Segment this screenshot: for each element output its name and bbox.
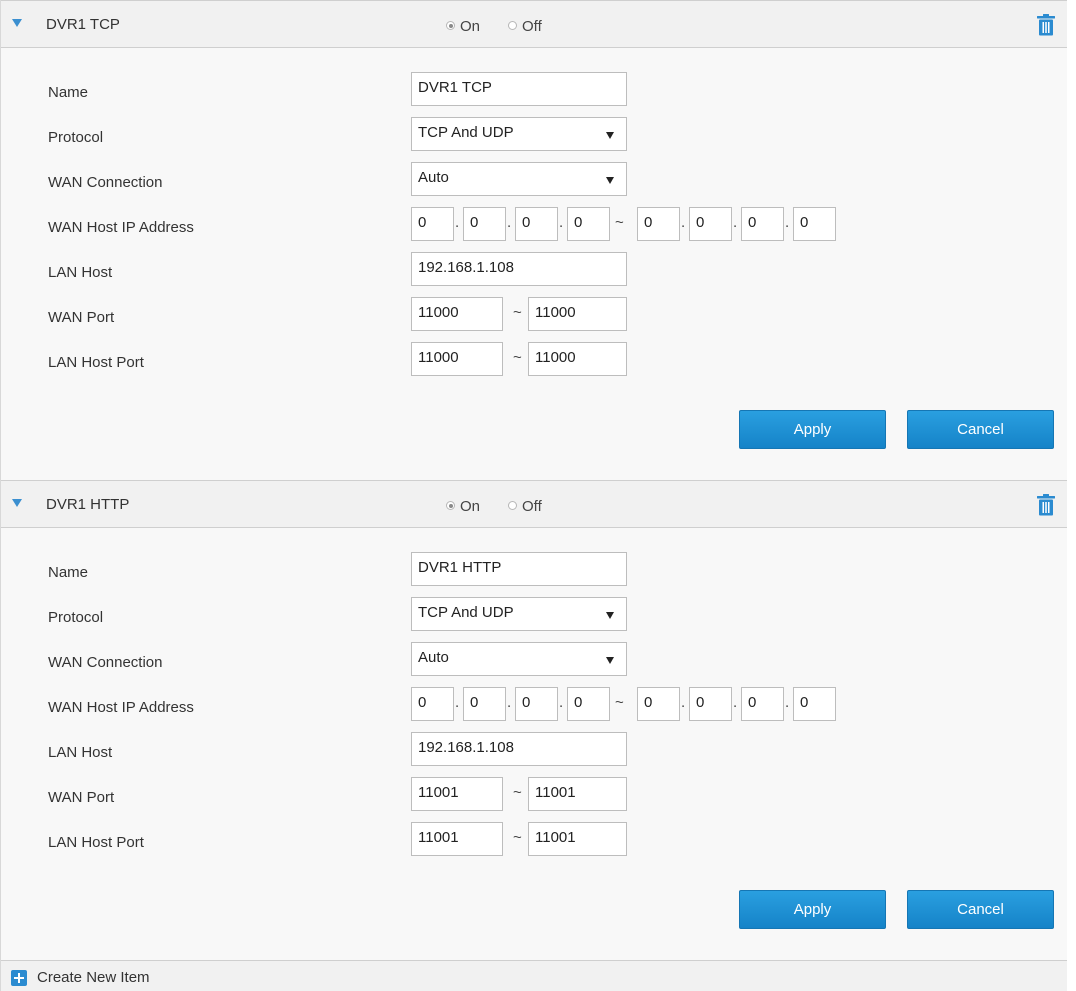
wan-connection-select[interactable]: Auto <box>411 642 627 676</box>
wan-port-label: WAN Port <box>48 309 115 326</box>
ip-dot: . <box>785 214 790 231</box>
wan-port-start-input[interactable]: 11000 <box>411 297 503 331</box>
ip-start-octet-4[interactable]: 0 <box>567 687 610 721</box>
radio-on-label: On <box>460 498 481 515</box>
range-tilde: ~ <box>513 829 522 846</box>
radio-off-label: Off <box>522 18 542 35</box>
trash-icon[interactable] <box>1036 494 1056 516</box>
range-tilde: ~ <box>513 349 522 366</box>
range-tilde: ~ <box>615 694 624 711</box>
ip-end-octet-2[interactable]: 0 <box>689 207 732 241</box>
wan-connection-select[interactable]: Auto <box>411 162 627 196</box>
caret-down-icon <box>606 177 614 184</box>
ip-dot: . <box>733 694 738 711</box>
range-tilde: ~ <box>513 784 522 801</box>
lan-host-label: LAN Host <box>48 744 113 761</box>
protocol-label: Protocol <box>48 609 104 626</box>
ip-start-octet-4[interactable]: 0 <box>567 207 610 241</box>
ip-end-octet-3[interactable]: 0 <box>741 687 784 721</box>
ip-dot: . <box>455 694 460 711</box>
name-input[interactable]: DVR1 HTTP <box>411 552 627 586</box>
protocol-label: Protocol <box>48 129 104 146</box>
radio-on-label: On <box>460 18 481 35</box>
lan-host-label: LAN Host <box>48 264 113 281</box>
ip-end-octet-2[interactable]: 0 <box>689 687 732 721</box>
wan-host-ip-label: WAN Host IP Address <box>48 219 194 236</box>
name-label: Name <box>48 564 89 581</box>
lan-host-input[interactable]: 192.168.1.108 <box>411 732 627 766</box>
wan-port-start-input[interactable]: 11001 <box>411 777 503 811</box>
section-body-dvr1-http: Name DVR1 HTTP Protocol TCP And UDP WAN … <box>1 528 1067 960</box>
collapse-triangle-icon[interactable] <box>12 19 22 27</box>
ip-dot: . <box>785 694 790 711</box>
cancel-button[interactable]: Cancel <box>907 410 1054 449</box>
ip-start-octet-2[interactable]: 0 <box>463 687 506 721</box>
wan-host-ip-label: WAN Host IP Address <box>48 699 194 716</box>
caret-down-icon <box>606 657 614 664</box>
ip-dot: . <box>681 214 686 231</box>
ip-end-octet-4[interactable]: 0 <box>793 207 836 241</box>
lan-port-start-input[interactable]: 11000 <box>411 342 503 376</box>
wan-port-end-input[interactable]: 11001 <box>528 777 627 811</box>
protocol-select-value: TCP And UDP <box>418 604 514 621</box>
range-tilde: ~ <box>513 304 522 321</box>
section-header-dvr1-tcp[interactable]: DVR1 TCP On Off <box>1 1 1067 47</box>
caret-down-icon <box>606 612 614 619</box>
plus-icon[interactable] <box>11 970 27 986</box>
name-label: Name <box>48 84 89 101</box>
ip-dot: . <box>681 694 686 711</box>
wan-connection-label: WAN Connection <box>48 174 163 191</box>
ip-dot: . <box>733 214 738 231</box>
name-input[interactable]: DVR1 TCP <box>411 72 627 106</box>
caret-down-icon <box>606 132 614 139</box>
radio-off-label: Off <box>522 498 542 515</box>
radio-off-circle[interactable] <box>508 501 517 510</box>
protocol-select[interactable]: TCP And UDP <box>411 597 627 631</box>
ip-start-octet-1[interactable]: 0 <box>411 207 454 241</box>
ip-end-octet-1[interactable]: 0 <box>637 207 680 241</box>
wan-connection-select-value: Auto <box>418 649 449 666</box>
wan-connection-select-value: Auto <box>418 169 449 186</box>
ip-start-octet-3[interactable]: 0 <box>515 687 558 721</box>
ip-end-octet-4[interactable]: 0 <box>793 687 836 721</box>
lan-host-port-label: LAN Host Port <box>48 834 144 851</box>
section-body-dvr1-tcp: Name DVR1 TCP Protocol TCP And UDP WAN C… <box>1 48 1067 480</box>
wan-connection-label: WAN Connection <box>48 654 163 671</box>
collapse-triangle-icon[interactable] <box>12 499 22 507</box>
radio-on-circle[interactable] <box>446 21 455 30</box>
apply-button[interactable]: Apply <box>739 410 886 449</box>
ip-dot: . <box>507 694 512 711</box>
section-title: DVR1 HTTP <box>46 496 130 513</box>
protocol-select-value: TCP And UDP <box>418 124 514 141</box>
create-new-item-bar[interactable]: Create New Item <box>1 961 1067 991</box>
radio-off-circle[interactable] <box>508 21 517 30</box>
lan-host-input[interactable]: 192.168.1.108 <box>411 252 627 286</box>
lan-port-end-input[interactable]: 11001 <box>528 822 627 856</box>
ip-dot: . <box>507 214 512 231</box>
ip-start-octet-3[interactable]: 0 <box>515 207 558 241</box>
ip-dot: . <box>559 694 564 711</box>
radio-on-circle[interactable] <box>446 501 455 510</box>
trash-icon[interactable] <box>1036 14 1056 36</box>
wan-port-end-input[interactable]: 11000 <box>528 297 627 331</box>
ip-dot: . <box>559 214 564 231</box>
ip-start-octet-2[interactable]: 0 <box>463 207 506 241</box>
section-header-dvr1-http[interactable]: DVR1 HTTP On Off <box>1 481 1067 527</box>
port-forwarding-page: DVR1 TCP On Off Name DVR1 TCP Protocol T… <box>0 0 1067 991</box>
wan-port-label: WAN Port <box>48 789 115 806</box>
lan-host-port-label: LAN Host Port <box>48 354 144 371</box>
apply-button[interactable]: Apply <box>739 890 886 929</box>
ip-dot: . <box>455 214 460 231</box>
section-title: DVR1 TCP <box>46 16 120 33</box>
range-tilde: ~ <box>615 214 624 231</box>
ip-start-octet-1[interactable]: 0 <box>411 687 454 721</box>
ip-end-octet-3[interactable]: 0 <box>741 207 784 241</box>
create-new-item-link[interactable]: Create New Item <box>37 969 150 986</box>
lan-port-end-input[interactable]: 11000 <box>528 342 627 376</box>
ip-end-octet-1[interactable]: 0 <box>637 687 680 721</box>
cancel-button[interactable]: Cancel <box>907 890 1054 929</box>
protocol-select[interactable]: TCP And UDP <box>411 117 627 151</box>
lan-port-start-input[interactable]: 11001 <box>411 822 503 856</box>
